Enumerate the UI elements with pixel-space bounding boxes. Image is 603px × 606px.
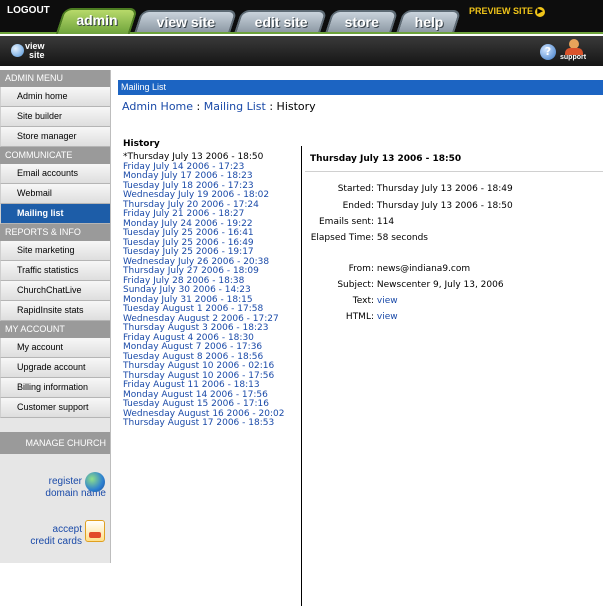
from-value: news@indiana9.com	[376, 264, 471, 274]
emails-sent-value: 114	[376, 217, 395, 227]
register-domain-promo[interactable]: register domain name	[0, 466, 110, 506]
sidebar-item-email-accounts[interactable]: Email accounts	[0, 164, 110, 184]
detail-subject-row: Subject: Newscenter 9, July 13, 2006	[304, 280, 504, 291]
detail-emails-row: Emails sent: 114	[304, 217, 394, 228]
sidebar-item-upgrade-account[interactable]: Upgrade account	[0, 358, 110, 378]
secondary-toolbar: view site ? support	[0, 36, 603, 66]
tab-view-site-label: view site	[156, 14, 215, 30]
breadcrumb-separator: :	[193, 100, 204, 113]
ended-label: Ended:	[342, 201, 374, 211]
accept-line2: credit cards	[30, 536, 82, 547]
section-communicate: COMMUNICATE	[0, 147, 110, 164]
preview-site-label: PREVIEW SITE	[469, 6, 534, 16]
sidebar-item-customer-support[interactable]: Customer support	[0, 398, 110, 418]
detail-text-row: Text: view	[304, 296, 398, 307]
support-label: support	[560, 54, 587, 61]
tab-help[interactable]: help	[396, 10, 462, 32]
detail-divider	[305, 171, 603, 172]
section-reports-info: REPORTS & INFO	[0, 224, 110, 241]
sidebar-item-site-builder[interactable]: Site builder	[0, 107, 110, 127]
sidebar-item-churchchatlive[interactable]: ChurchChatLive	[0, 281, 110, 301]
elapsed-time-value: 58 seconds	[376, 233, 428, 243]
sidebar-item-webmail[interactable]: Webmail	[0, 184, 110, 204]
subject-value: Newscenter 9, July 13, 2006	[376, 280, 504, 290]
tab-admin[interactable]: admin	[55, 8, 139, 34]
tab-admin-label: admin	[76, 12, 118, 28]
main-content: Mailing List Admin Home : Mailing List :…	[118, 80, 603, 606]
section-header-bar: Mailing List	[118, 80, 603, 95]
sidebar-item-my-account[interactable]: My account	[0, 338, 110, 358]
tab-edit-site-label: edit site	[254, 14, 308, 30]
breadcrumb-separator-2: :	[265, 100, 277, 113]
text-label: Text:	[352, 296, 374, 306]
ended-value: Thursday July 13 2006 - 18:50	[376, 201, 513, 211]
credit-card-icon	[85, 520, 105, 542]
text-view-link[interactable]: view	[377, 296, 398, 306]
detail-html-row: HTML: view	[304, 312, 398, 323]
register-line1: register	[48, 476, 82, 487]
detail-ended-row: Ended: Thursday July 13 2006 - 18:50	[304, 201, 513, 212]
view-site-line2: site	[29, 50, 45, 60]
sidebar-item-traffic-statistics[interactable]: Traffic statistics	[0, 261, 110, 281]
detail-started-row: Started: Thursday July 13 2006 - 18:49	[304, 184, 513, 195]
preview-site-link[interactable]: PREVIEW SITE ▶	[469, 6, 546, 17]
logout-link[interactable]: LOGOUT	[7, 5, 50, 16]
column-divider	[301, 146, 302, 606]
html-label: HTML:	[345, 312, 374, 322]
history-list: *Thursday July 13 2006 - 18:50 Friday Jul…	[123, 152, 303, 429]
emails-sent-label: Emails sent:	[318, 217, 374, 227]
register-domain-text: register domain name	[45, 476, 106, 500]
history-item[interactable]: Thursday August 17 2006 - 18:53	[123, 418, 303, 429]
breadcrumb-mailing-list[interactable]: Mailing List	[204, 100, 266, 113]
top-navigation-bar: LOGOUT admin view site edit site store h…	[0, 0, 603, 34]
sidebar-item-billing-information[interactable]: Billing information	[0, 378, 110, 398]
breadcrumb: Admin Home : Mailing List : History	[122, 100, 316, 113]
detail-elapsed-row: Elapsed Time: 58 seconds	[304, 233, 428, 244]
sidebar-item-rapidinsite-stats[interactable]: RapidInsite stats	[0, 301, 110, 321]
detail-title: Thursday July 13 2006 - 18:50	[310, 154, 462, 164]
magnifier-icon	[11, 44, 24, 57]
history-heading: History	[123, 139, 160, 149]
from-label: From:	[348, 264, 374, 274]
subject-label: Subject:	[337, 280, 374, 290]
support-button[interactable]: support	[558, 39, 598, 63]
breadcrumb-admin-home[interactable]: Admin Home	[122, 100, 193, 113]
tab-view-site[interactable]: view site	[134, 10, 238, 32]
play-icon: ▶	[535, 6, 546, 17]
globe-icon	[85, 472, 105, 492]
accept-cards-text: accept credit cards	[30, 524, 82, 548]
started-value: Thursday July 13 2006 - 18:49	[376, 184, 513, 194]
sidebar-item-admin-home[interactable]: Admin home	[0, 87, 110, 107]
sidebar-item-store-manager[interactable]: Store manager	[0, 127, 110, 147]
detail-from-row: From: news@indiana9.com	[304, 264, 470, 275]
elapsed-time-label: Elapsed Time:	[310, 233, 374, 243]
section-admin-menu: ADMIN MENU	[0, 70, 110, 87]
sidebar-item-mailing-list[interactable]: Mailing list	[0, 204, 110, 224]
sidebar-item-site-marketing[interactable]: Site marketing	[0, 241, 110, 261]
accept-line1: accept	[52, 524, 82, 535]
html-view-link[interactable]: view	[377, 312, 398, 322]
started-label: Started:	[337, 184, 374, 194]
accept-credit-cards-promo[interactable]: accept credit cards	[0, 516, 110, 556]
admin-sidebar: ADMIN MENU Admin home Site builder Store…	[0, 70, 111, 563]
breadcrumb-current: History	[276, 100, 316, 113]
help-icon[interactable]: ?	[540, 44, 556, 60]
tab-store[interactable]: store	[325, 10, 399, 32]
tab-edit-site[interactable]: edit site	[234, 10, 328, 32]
tab-store-label: store	[344, 14, 379, 30]
tab-help-label: help	[414, 14, 444, 30]
section-my-account: MY ACCOUNT	[0, 321, 110, 338]
section-manage-church: MANAGE CHURCH	[0, 432, 110, 454]
